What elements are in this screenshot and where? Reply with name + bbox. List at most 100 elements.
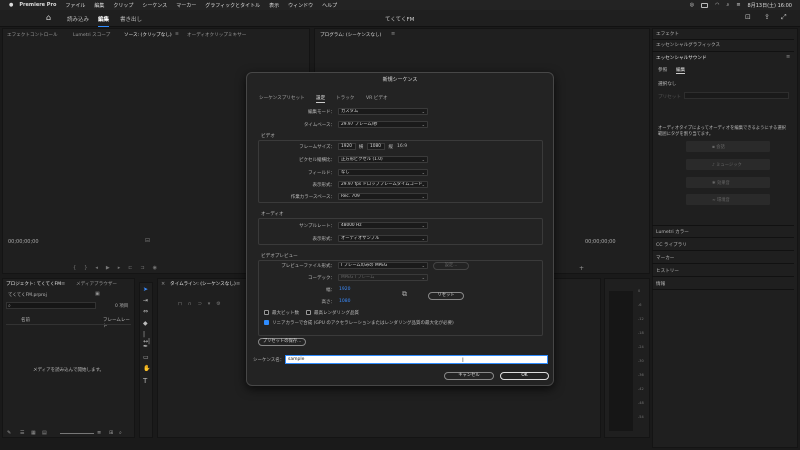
display-format-select[interactable]: 29.97 fps ドロップフレームタイムコード ⌄ [338, 181, 428, 188]
dialogue-button[interactable]: ▪ 会話 [686, 141, 770, 152]
selection-tool-icon[interactable]: ➤ [143, 286, 148, 293]
mark-out-icon[interactable]: } [84, 265, 95, 271]
frame-width-input[interactable]: 1920 [338, 143, 356, 150]
sequence-name-input[interactable]: sample [285, 355, 548, 364]
tab-source[interactable]: ソース: (クリップなし) [124, 32, 172, 38]
step-back-icon[interactable]: ◂ [95, 265, 106, 271]
hand-tool-icon[interactable]: ✋ [143, 365, 150, 372]
wrench-icon[interactable]: ⚙ [216, 301, 226, 307]
timebase-select[interactable]: 29.97 フレーム/秒 ⌄ [338, 121, 428, 128]
search-icon[interactable]: ⌕ [119, 430, 122, 436]
panel-menu-icon[interactable]: ≡ [61, 281, 65, 287]
timeline-title[interactable]: タイムライン: (シーケンスなし) [170, 281, 236, 287]
column-name[interactable]: 名前 [21, 317, 30, 323]
menu-view[interactable]: 表示 [269, 2, 279, 9]
preset-dropdown[interactable] [684, 92, 789, 99]
close-icon[interactable]: × [161, 281, 165, 287]
freeform-view-icon[interactable]: ▤ [42, 430, 47, 436]
pixel-aspect-select[interactable]: 正方形ピクセル (1.0) ⌄ [338, 156, 428, 163]
sample-rate-select[interactable]: 48000 Hz ⌄ [338, 222, 428, 229]
edit-mode-select[interactable]: カスタム ⌄ [338, 108, 428, 115]
configure-button[interactable]: 設定... [433, 262, 469, 270]
cancel-button[interactable]: キャンセル [444, 372, 494, 380]
track-select-tool-icon[interactable]: ⇥ [143, 297, 148, 304]
panel-effects[interactable]: エフェクト [656, 31, 679, 37]
menu-file[interactable]: ファイル [65, 2, 85, 9]
icon-view-icon[interactable]: ▦ [31, 430, 36, 436]
mark-in-icon[interactable]: { [73, 265, 84, 271]
tab-import[interactable]: 読み込み [67, 15, 89, 23]
tab-effect-controls[interactable]: エフェクトコントロール [7, 32, 58, 38]
sort-icon[interactable]: ≣ [97, 430, 101, 436]
menu-edit[interactable]: 編集 [94, 2, 104, 9]
razor-tool-icon[interactable]: ◆ [143, 320, 148, 327]
preview-format-select[interactable]: I フレームのみの MPEG ⌄ [338, 262, 428, 269]
column-frame-rate[interactable]: フレームレート [103, 317, 134, 329]
share-icon[interactable]: ⇪ [764, 13, 770, 21]
panel-menu-icon[interactable]: ≡ [236, 281, 240, 287]
tab-settings[interactable]: 設定 [316, 95, 326, 103]
program-timecode[interactable]: 00;00;00;00 [585, 239, 616, 245]
panel-info[interactable]: 情報 [656, 281, 665, 287]
music-button[interactable]: ♪ ミュージック [686, 159, 770, 170]
tab-audio-clip-mixer[interactable]: オーディオクリップミキサー [187, 32, 246, 38]
creative-cloud-icon[interactable]: ◎ [690, 2, 694, 8]
max-bit-depth-checkbox[interactable] [264, 310, 269, 315]
sfx-button[interactable]: ✱ 効果音 [686, 177, 770, 188]
panel-markers[interactable]: マーカー [656, 255, 674, 261]
battery-icon[interactable] [701, 2, 709, 8]
add-button-icon[interactable]: + [579, 265, 584, 272]
nest-icon[interactable]: ⊓ [178, 301, 188, 307]
tab-export[interactable]: 書き出し [120, 15, 142, 23]
type-tool-icon[interactable]: T [143, 377, 147, 385]
play-icon[interactable]: ▶ [106, 265, 118, 271]
panel-history[interactable]: ヒストリー [656, 268, 679, 274]
menu-clip[interactable]: クリップ [113, 2, 133, 9]
reset-button[interactable]: リセット [428, 292, 464, 300]
source-timecode[interactable]: 00;00;00;00 [8, 239, 39, 245]
frame-height-input[interactable]: 1080 [367, 143, 385, 150]
panel-cc-libraries[interactable]: CC ライブラリ [656, 242, 687, 248]
clock[interactable]: 8月13日(土) 16:00 [748, 2, 792, 9]
new-bin-icon[interactable]: ▣ [95, 291, 100, 297]
preview-height-value[interactable]: 1080 [339, 299, 350, 304]
tab-sequence-presets[interactable]: シーケンスプリセット [259, 95, 305, 101]
menu-marker[interactable]: マーカー [176, 2, 196, 9]
apple-icon[interactable]: ● [9, 2, 13, 8]
panel-menu-icon[interactable]: ≡ [391, 31, 395, 37]
workspace-icon[interactable]: ⊡ [745, 13, 751, 21]
menu-sequence[interactable]: シーケンス [142, 2, 167, 9]
panel-essential-sound[interactable]: エッセンシャルサウンド [656, 55, 707, 61]
panel-menu-icon[interactable]: ≡ [175, 32, 179, 37]
wifi-icon[interactable]: ◠ [715, 2, 719, 8]
insert-icon[interactable]: ⊏ [128, 265, 140, 271]
control-center-icon[interactable]: ≡ [736, 2, 740, 8]
fields-select[interactable]: なし ⌄ [338, 169, 428, 176]
save-preset-button[interactable]: プリセットの保存... [258, 338, 306, 346]
tab-vr-video[interactable]: VR ビデオ [366, 95, 388, 101]
audio-display-select[interactable]: オーディオサンプル ⌄ [338, 235, 428, 242]
automate-icon[interactable]: ⊞ [109, 430, 113, 436]
export-frame-icon[interactable]: ◉ [153, 265, 165, 271]
ok-button[interactable]: OK [500, 372, 549, 380]
zoom-slider[interactable] [60, 433, 94, 434]
preview-width-value[interactable]: 1920 [339, 287, 350, 292]
program-title[interactable]: プログラム: (シーケンスなし) [320, 32, 381, 38]
color-space-select[interactable]: Rec. 709 ⌄ [338, 193, 428, 200]
menu-app-name[interactable]: Premiere Pro [19, 2, 56, 8]
panel-essential-graphics[interactable]: エッセンシャルグラフィックス [656, 42, 720, 48]
overwrite-icon[interactable]: ⊐ [140, 265, 152, 271]
link-icon[interactable]: ⧉ [402, 290, 407, 299]
tab-project[interactable]: プロジェクト: てくてくFM [6, 281, 61, 287]
menu-help[interactable]: ヘルプ [322, 2, 337, 9]
tab-media-browser[interactable]: メディアブラウザー [76, 281, 117, 287]
menu-graphics[interactable]: グラフィックとタイトル [205, 2, 260, 9]
linear-compositing-checkbox[interactable] [264, 320, 269, 325]
snap-icon[interactable]: ∩ [188, 301, 198, 307]
tab-lumetri-scopes[interactable]: Lumetri スコープ [73, 32, 110, 38]
source-settings-icon[interactable]: ⊟ [145, 237, 150, 244]
subtab-browse[interactable]: 参照 [658, 67, 667, 73]
menu-window[interactable]: ウィンドウ [288, 2, 313, 9]
ambience-button[interactable]: ≈ 環境音 [686, 194, 770, 205]
pencil-icon[interactable]: ✎ [7, 430, 11, 436]
